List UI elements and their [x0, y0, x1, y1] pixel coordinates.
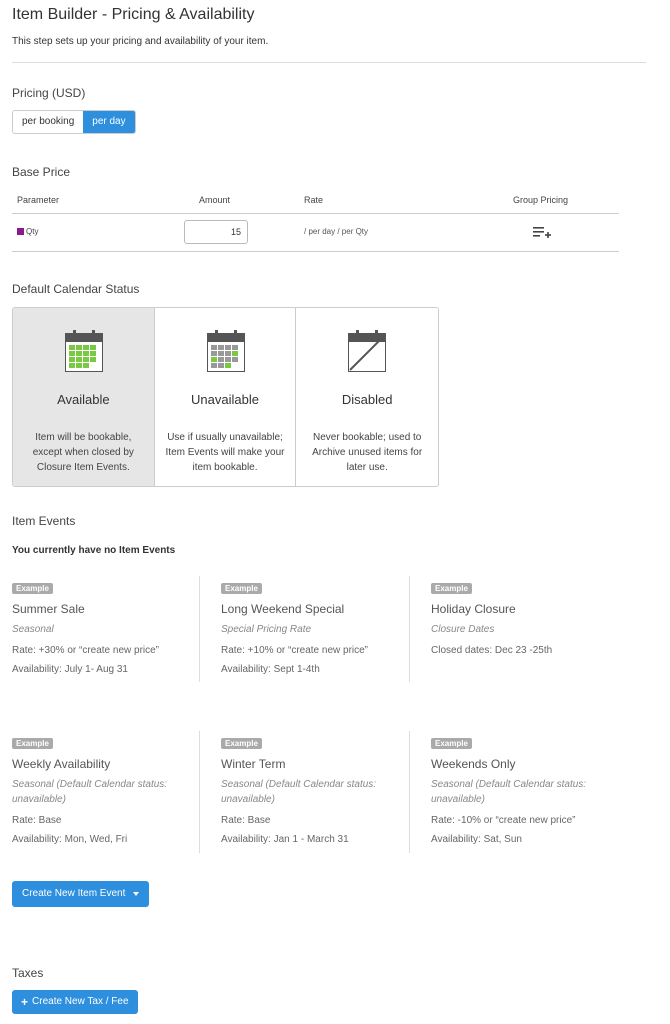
divider [12, 62, 646, 63]
event-title: Weekly Availability [12, 757, 111, 771]
calendar-disabled-icon [348, 330, 387, 372]
column-header-rate: Rate [304, 195, 324, 205]
plus-icon: + [21, 995, 29, 1009]
taxes-section-title: Taxes [12, 966, 44, 980]
example-badge: Example [12, 738, 53, 749]
page-title: Item Builder - Pricing & Availability [12, 6, 255, 23]
example-badge: Example [221, 738, 262, 749]
status-card-title: Available [57, 392, 110, 407]
example-badge: Example [12, 583, 53, 594]
event-title: Weekends Only [431, 757, 516, 771]
create-tax-fee-label: Create New Tax / Fee [32, 996, 129, 1007]
example-event-card: Example Long Weekend Special Special Pri… [221, 578, 399, 675]
example-event-card: Example Holiday Closure Closure Dates Cl… [431, 578, 609, 656]
rate-text: / per day / per Qty [304, 227, 369, 236]
add-group-pricing-icon[interactable] [533, 226, 551, 240]
example-badge: Example [431, 738, 472, 749]
column-header-group-pricing: Group Pricing [513, 195, 569, 205]
qty-color-swatch [17, 228, 24, 235]
column-divider [199, 731, 200, 853]
event-rate: Rate: Base [12, 815, 62, 826]
calendar-status-section-title: Default Calendar Status [12, 282, 140, 296]
example-badge: Example [431, 583, 472, 594]
event-availability: Availability: Sat, Sun [431, 834, 522, 845]
parameter-qty-label: Qty [26, 227, 39, 236]
event-rate: Rate: Base [221, 815, 271, 826]
pricing-mode-toggle: per booking per day [12, 110, 136, 134]
status-card-description: Item will be bookable, except when close… [32, 432, 134, 473]
per-day-option[interactable]: per day [83, 111, 135, 133]
column-divider [199, 576, 200, 682]
create-item-event-label: Create New Item Event [22, 888, 126, 899]
event-title: Holiday Closure [431, 602, 516, 616]
event-type: Special Pricing Rate [221, 624, 312, 635]
status-card-description: Use if usually unavailable; Item Events … [165, 432, 285, 473]
example-event-card: Example Weekends Only Seasonal (Default … [431, 733, 609, 845]
calendar-unavailable-icon [206, 330, 245, 372]
event-type: Seasonal (Default Calendar status: unava… [12, 779, 168, 805]
no-events-message: You currently have no Item Events [12, 545, 176, 556]
event-type: Seasonal (Default Calendar status: unava… [431, 779, 587, 805]
event-title: Winter Term [221, 757, 286, 771]
event-type: Closure Dates [431, 624, 495, 635]
item-events-section-title: Item Events [12, 514, 76, 528]
column-header-parameter: Parameter [17, 195, 60, 205]
event-rate: Rate: +30% or “create new price” [12, 645, 160, 656]
per-booking-option[interactable]: per booking [13, 111, 84, 133]
column-header-amount: Amount [199, 195, 231, 205]
example-event-card: Example Summer Sale Seasonal Rate: +30% … [12, 578, 190, 675]
event-availability: Availability: Mon, Wed, Fri [12, 834, 128, 845]
event-availability: Availability: July 1- Aug 31 [12, 664, 128, 675]
event-closed-dates: Closed dates: Dec 23 -25th [431, 645, 553, 656]
status-card-title: Disabled [341, 392, 393, 407]
column-divider [409, 576, 410, 682]
create-tax-fee-button[interactable]: + Create New Tax / Fee [12, 990, 138, 1014]
calendar-available-icon [65, 330, 103, 372]
base-price-section-title: Base Price [12, 165, 71, 179]
event-rate: Rate: +10% or “create new price” [221, 645, 369, 656]
status-card-title: Unavailable [191, 392, 259, 407]
page-subtitle: This step sets up your pricing and avail… [12, 36, 269, 47]
event-title: Summer Sale [12, 602, 85, 616]
event-type: Seasonal [12, 624, 54, 635]
status-card-disabled[interactable]: Disabled Never bookable; used to Archive… [296, 308, 438, 486]
create-item-event-button[interactable]: Create New Item Event [12, 881, 150, 907]
event-availability: Availability: Jan 1 - March 31 [221, 834, 349, 845]
table-header-divider [12, 213, 619, 214]
example-badge: Example [221, 583, 262, 594]
amount-input[interactable] [184, 220, 248, 244]
example-event-card: Example Winter Term Seasonal (Default Ca… [221, 733, 399, 845]
status-card-description: Never bookable; used to Archive unused i… [312, 432, 423, 473]
pricing-section-title: Pricing (USD) [12, 86, 86, 100]
event-title: Long Weekend Special [221, 602, 345, 616]
status-card-unavailable[interactable]: Unavailable Use if usually unavailable; … [154, 308, 297, 486]
table-row-divider [12, 251, 619, 252]
example-event-card: Example Weekly Availability Seasonal (De… [12, 733, 190, 845]
status-card-available[interactable]: Available Item will be bookable, except … [13, 308, 155, 486]
chevron-down-icon [133, 892, 140, 896]
event-availability: Availability: Sept 1-4th [221, 664, 320, 675]
column-divider [409, 731, 410, 853]
calendar-status-options: Available Item will be bookable, except … [12, 307, 439, 487]
event-rate: Rate: -10% or “create new price” [431, 815, 576, 826]
event-type: Seasonal (Default Calendar status: unava… [221, 779, 377, 805]
